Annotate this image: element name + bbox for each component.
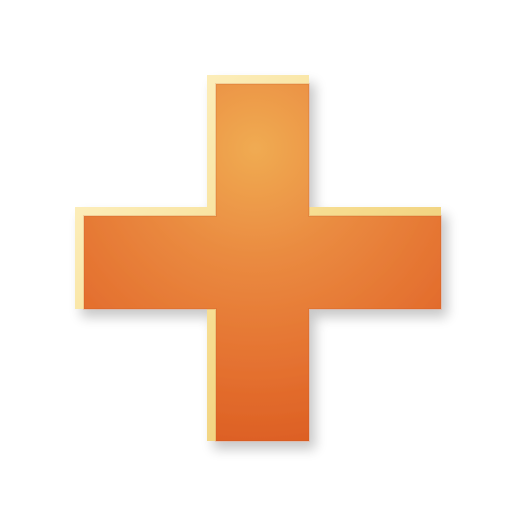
icon-canvas [0,0,512,512]
add-plus-icon[interactable] [0,0,512,512]
plus-face [84,84,441,441]
